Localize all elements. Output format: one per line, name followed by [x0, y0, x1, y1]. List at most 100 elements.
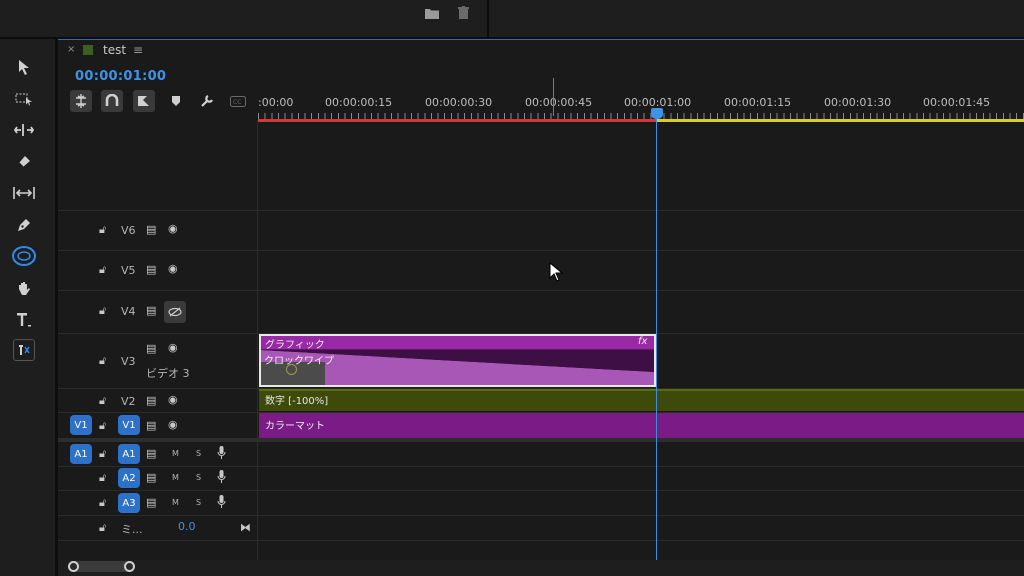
eye-icon[interactable]: ◉ [168, 262, 178, 275]
lock-icon[interactable]: 🔓︎ [99, 223, 106, 237]
eye-icon[interactable]: ◉ [168, 341, 178, 354]
trash-icon[interactable] [458, 6, 469, 22]
horizontal-scrollbar[interactable] [58, 560, 1024, 576]
magnet-icon [105, 94, 119, 106]
panel-divider[interactable] [487, 0, 489, 38]
hand-icon [19, 282, 30, 295]
clip-number[interactable] [259, 389, 1024, 411]
source-patch-v1[interactable]: V1 [70, 415, 92, 435]
captions-button[interactable]: CC [227, 90, 249, 112]
transition-label: クロックワイプ [264, 356, 334, 367]
sync-lock-icon[interactable]: ▤ [146, 342, 156, 355]
sync-lock-icon[interactable]: ▤ [146, 304, 156, 317]
track-select-icon [15, 93, 32, 106]
microphone-icon[interactable] [217, 446, 226, 462]
track-target-a2[interactable]: A2 [118, 468, 140, 488]
track-name: V5 [121, 264, 136, 277]
fx-badge[interactable]: fx [638, 336, 647, 347]
playhead-timecode[interactable]: 00:00:01:00 [75, 69, 166, 84]
add-marker-button[interactable] [165, 90, 187, 112]
razor-tool[interactable] [11, 150, 37, 174]
video-audio-divider[interactable] [58, 438, 1024, 442]
folder-icon[interactable] [425, 7, 439, 22]
track-name: V3 [121, 355, 136, 368]
render-bar-red [258, 119, 657, 122]
sync-lock-icon[interactable]: ▤ [146, 447, 156, 460]
type-icon [17, 313, 31, 327]
solo-button[interactable]: S [196, 473, 201, 482]
playhead-line[interactable] [656, 119, 657, 560]
snap-button[interactable] [101, 90, 123, 112]
mouse-cursor-icon [549, 262, 563, 282]
lock-icon[interactable]: 🔓︎ [99, 447, 106, 461]
slip-tool[interactable] [11, 181, 37, 205]
pen-icon [18, 219, 30, 231]
solo-button[interactable]: S [196, 498, 201, 507]
track-target-v1[interactable]: V1 [118, 415, 140, 435]
track-separator [58, 515, 1024, 516]
mix-volume-value[interactable]: 0.0 [178, 520, 196, 533]
track-select-tool[interactable] [11, 87, 37, 111]
hand-tool[interactable] [11, 276, 37, 300]
track-separator [58, 490, 1024, 491]
ruler-label: 00:00:01:15 [724, 96, 792, 109]
ripple-edit-tool[interactable] [11, 118, 37, 142]
zoom-handle-left[interactable] [68, 561, 79, 572]
timeline-settings-button[interactable] [196, 90, 218, 112]
eye-icon[interactable]: ◉ [168, 222, 178, 235]
insert-nest-button[interactable] [70, 90, 92, 112]
clip-graphic-label: グラフィック [265, 340, 325, 351]
clip-color-matte[interactable] [259, 413, 1024, 438]
ruler-label: 00:00:01:45 [923, 96, 991, 109]
sync-lock-icon[interactable]: ▤ [146, 496, 156, 509]
sync-lock-icon[interactable]: ▤ [146, 471, 156, 484]
panel-menu-icon[interactable]: ≡ [133, 43, 143, 57]
lock-icon[interactable]: 🔓︎ [99, 496, 106, 510]
track-name: V2 [121, 395, 136, 408]
lock-icon[interactable]: 🔓︎ [99, 354, 106, 368]
lock-icon[interactable]: 🔓︎ [99, 304, 106, 318]
mute-button[interactable]: M [172, 449, 179, 458]
sync-lock-icon[interactable]: ▤ [146, 263, 156, 276]
sync-lock-icon[interactable]: ▤ [146, 223, 156, 236]
lock-icon[interactable]: 🔓︎ [99, 521, 106, 535]
linked-selection-button[interactable] [133, 90, 155, 112]
mix-end-icon[interactable]: ⧓ [240, 521, 251, 534]
track-separator [58, 290, 1024, 291]
zoom-handle-right[interactable] [124, 561, 135, 572]
ellipse-icon [17, 251, 31, 261]
pen-tool[interactable] [11, 213, 37, 237]
track-target-a1[interactable]: A1 [118, 444, 140, 464]
vertical-type-tool[interactable] [13, 339, 35, 361]
eye-icon[interactable]: ◉ [168, 418, 178, 431]
track-header-divider [257, 120, 258, 560]
lock-icon[interactable]: 🔓︎ [99, 419, 106, 433]
sync-lock-icon[interactable]: ▤ [146, 394, 156, 407]
close-tab-button[interactable]: × [67, 44, 75, 55]
ruler-label: :00:00 [258, 96, 294, 109]
render-bar-yellow [657, 119, 1024, 122]
in-point-marker[interactable] [553, 78, 554, 116]
mute-button[interactable]: M [172, 473, 179, 482]
eye-hidden-icon[interactable] [164, 301, 186, 323]
solo-button[interactable]: S [196, 449, 201, 458]
playhead-handle[interactable] [651, 108, 663, 119]
track-name: V6 [121, 224, 136, 237]
track-target-a3[interactable]: A3 [118, 493, 140, 513]
track-label: ビデオ 3 [146, 367, 190, 380]
mute-button[interactable]: M [172, 498, 179, 507]
microphone-icon[interactable] [217, 470, 226, 486]
lock-icon[interactable]: 🔓︎ [99, 471, 106, 485]
type-tool[interactable] [11, 307, 37, 331]
lock-icon[interactable]: 🔓︎ [99, 263, 106, 277]
microphone-icon[interactable] [217, 495, 226, 511]
sync-lock-icon[interactable]: ▤ [146, 419, 156, 432]
ellipse-tool[interactable] [12, 246, 36, 266]
clip-number-label: 数字 [-100%] [265, 396, 329, 407]
clip-number-top-edge [259, 389, 1024, 391]
lock-icon[interactable]: 🔓︎ [99, 394, 106, 408]
sequence-tab-title[interactable]: test [103, 43, 126, 57]
selection-tool[interactable] [11, 55, 37, 79]
source-patch-a1[interactable]: A1 [70, 444, 92, 464]
eye-icon[interactable]: ◉ [168, 393, 178, 406]
